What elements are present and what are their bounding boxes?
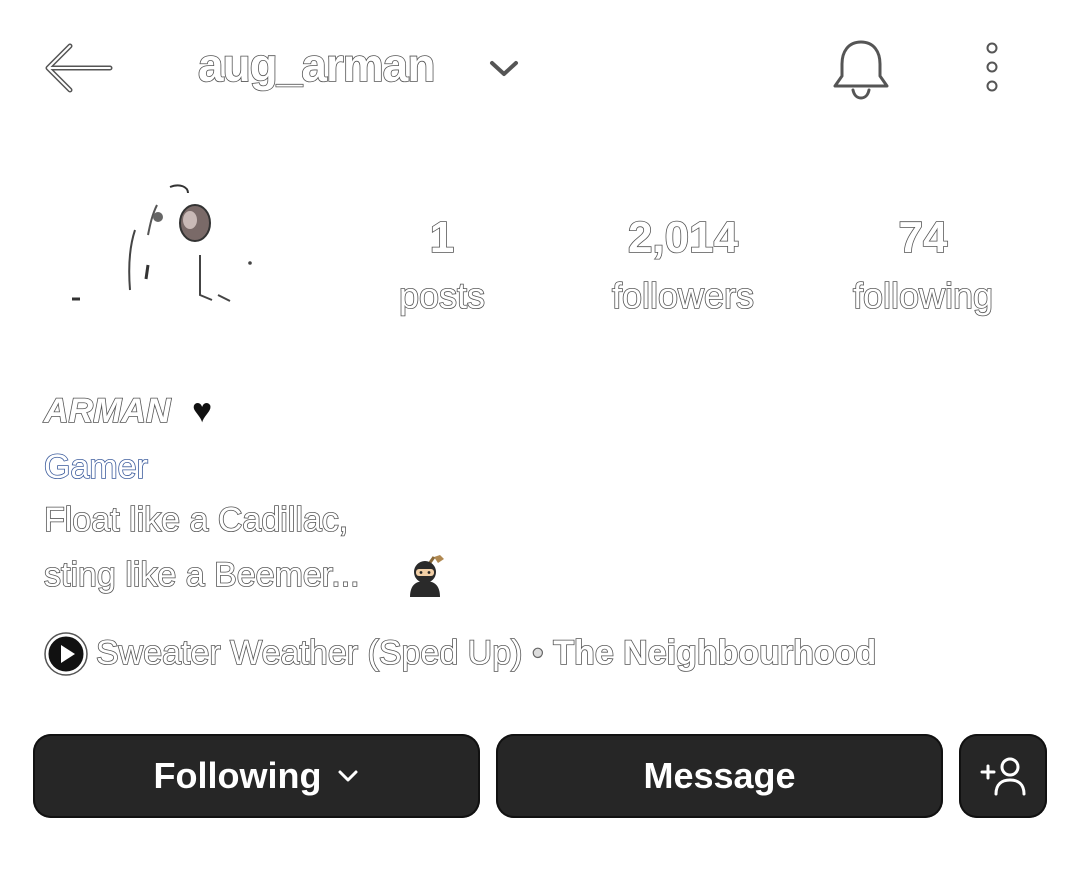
profile-category[interactable]: Gamer	[43, 447, 149, 487]
music-separator: •	[531, 633, 544, 672]
ninja-emoji-icon	[410, 555, 444, 597]
followers-label: followers	[611, 274, 755, 317]
add-user-icon	[980, 757, 1026, 796]
chevron-down-icon[interactable]	[486, 54, 522, 82]
profile-username[interactable]: aug_arman	[197, 38, 436, 92]
heart-symbol: ♥	[192, 392, 213, 430]
posts-label: posts	[398, 274, 486, 317]
following-count: 74	[898, 213, 949, 263]
avatar[interactable]	[60, 175, 265, 310]
following-label: following	[852, 274, 994, 317]
add-user-button[interactable]	[959, 734, 1047, 818]
more-vertical-icon[interactable]	[980, 40, 1004, 94]
followers-count: 2,014	[627, 213, 739, 263]
chevron-down-icon	[338, 770, 358, 782]
bell-icon[interactable]	[828, 36, 894, 102]
back-arrow-icon[interactable]	[40, 40, 114, 96]
message-button-label: Message	[643, 755, 796, 796]
bio-line-1: Float like a Cadillac,	[43, 500, 349, 540]
following-button-label: Following	[153, 755, 322, 796]
following-button[interactable]: Following	[33, 734, 480, 818]
song-title: Sweater Weather (Sped Up)	[95, 633, 523, 673]
stat-followers[interactable]: 2,014 followers	[573, 213, 793, 318]
stat-following[interactable]: 74 following	[813, 213, 1033, 318]
song-artist: The Neighbourhood	[552, 633, 877, 673]
display-name: ARMAN	[43, 391, 171, 431]
music-track[interactable]: Sweater Weather (Sped Up) • The Neighbou…	[95, 633, 877, 673]
bio-line-2: sting like a Beemer...	[43, 555, 360, 595]
play-circle-icon[interactable]	[44, 632, 88, 676]
posts-count: 1	[429, 213, 455, 263]
message-button[interactable]: Message	[496, 734, 943, 818]
stat-posts[interactable]: 1 posts	[332, 213, 552, 318]
